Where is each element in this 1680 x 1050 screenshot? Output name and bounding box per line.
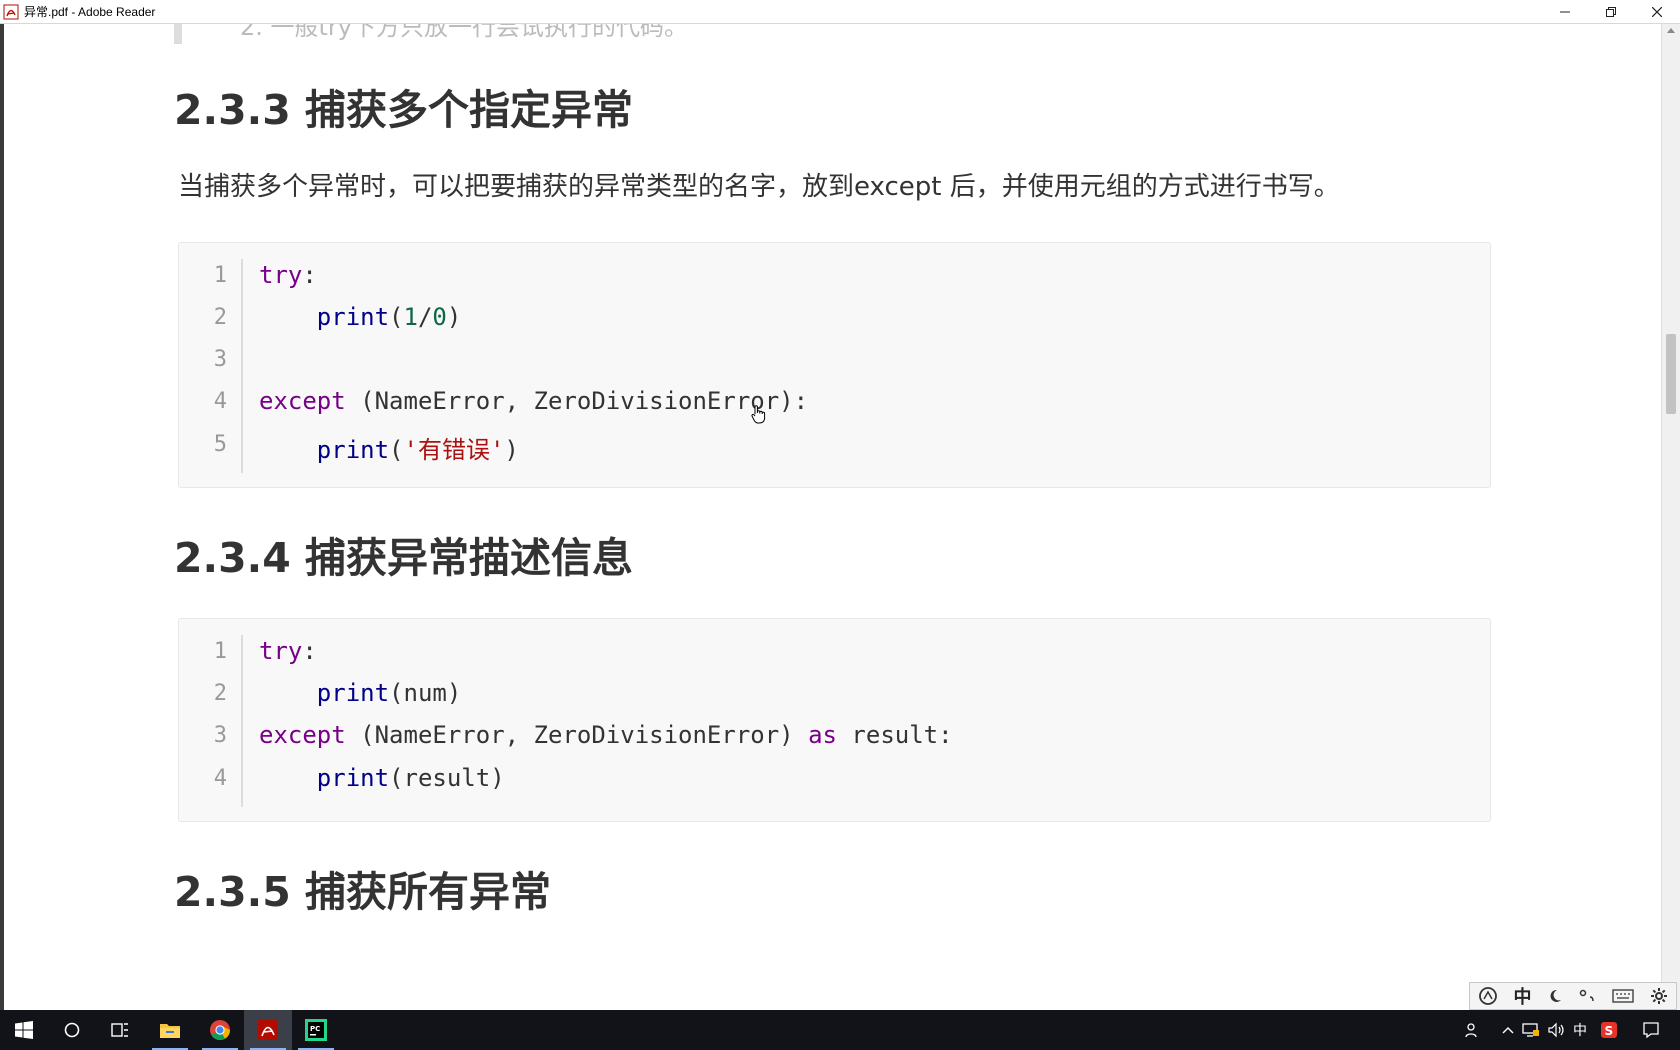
code-line: print(result) <box>316 764 505 792</box>
task-view-icon <box>111 1023 128 1037</box>
start-button[interactable] <box>0 1010 48 1050</box>
ime-language-toggle[interactable]: 中 <box>1513 983 1531 1009</box>
pycharm-button[interactable]: PC <box>292 1010 340 1050</box>
notification-icon[interactable] <box>1636 1010 1666 1050</box>
adobe-reader-icon <box>258 1020 278 1040</box>
heading-2-3-4: 2.3.4 捕获异常描述信息 <box>174 534 634 582</box>
line-number: 1 <box>213 263 227 288</box>
code-line: except (NameError, ZeroDivisionError): <box>259 387 809 415</box>
punctuation-icon[interactable] <box>1579 988 1597 1004</box>
scrollbar-thumb[interactable] <box>1666 334 1676 414</box>
line-number: 5 <box>213 432 227 457</box>
restore-icon <box>1606 6 1616 17</box>
gear-icon[interactable] <box>1650 987 1668 1005</box>
line-number-gutter: 1 2 3 4 5 <box>179 259 243 473</box>
minimize-icon <box>1560 11 1570 12</box>
taskbar: PC 中 S <box>0 1010 1680 1050</box>
restore-button[interactable] <box>1588 0 1634 23</box>
code-line: print('有错误') <box>316 436 519 464</box>
sogou-icon[interactable]: S <box>1596 1010 1622 1050</box>
pdf-page[interactable]: 2. 一般try下方只放一行尝试执行的代码。 2.3.3 捕获多个指定异常 当捕… <box>0 24 1662 1010</box>
code-line: print(num) <box>316 679 462 707</box>
ime-toolbar: 中 <box>1469 982 1677 1010</box>
file-explorer-button[interactable] <box>146 1010 194 1050</box>
line-number: 3 <box>213 723 227 748</box>
chrome-icon <box>210 1020 231 1041</box>
start-icon <box>15 1021 33 1039</box>
vertical-scrollbar[interactable] <box>1661 24 1680 1010</box>
adobe-reader-icon <box>3 4 19 20</box>
line-number-gutter: 1 2 3 4 <box>179 635 243 807</box>
svg-text:PC: PC <box>310 1025 320 1033</box>
code-line: print(1/0) <box>316 303 462 331</box>
pycharm-icon: PC <box>305 1019 327 1041</box>
network-icon[interactable] <box>1520 1010 1542 1050</box>
adobe-reader-taskbar-button[interactable] <box>244 1010 292 1050</box>
previous-list-item: 2. 一般try下方只放一行尝试执行的代码。 <box>174 24 940 44</box>
window-title: 异常.pdf - Adobe Reader <box>24 5 156 19</box>
heading-2-3-3: 2.3.3 捕获多个指定异常 <box>174 86 634 134</box>
code-block-exception-info: 1 2 3 4 try: print(num) except (NameErro… <box>178 618 1491 822</box>
close-icon <box>1652 6 1662 17</box>
line-number: 1 <box>213 639 227 664</box>
search-button[interactable] <box>48 1010 96 1050</box>
code-block-multi-exception: 1 2 3 4 5 try: print(1/0) except (NameEr… <box>178 242 1491 488</box>
ime-language-indicator[interactable]: 中 <box>1570 1010 1590 1050</box>
heading-2-3-5: 2.3.5 捕获所有异常 <box>174 868 552 916</box>
volume-icon[interactable] <box>1546 1010 1568 1050</box>
moon-icon[interactable] <box>1547 988 1563 1004</box>
line-number: 2 <box>213 305 227 330</box>
file-explorer-icon <box>160 1024 180 1038</box>
search-icon <box>64 1022 80 1038</box>
paragraph-multi-exception: 当捕获多个异常时，可以把要捕获的异常类型的名字，放到except 后，并使用元组… <box>178 172 1340 202</box>
line-number: 4 <box>213 389 227 414</box>
ime-logo-icon[interactable] <box>1478 986 1498 1006</box>
line-number: 4 <box>213 766 227 791</box>
close-button[interactable] <box>1634 0 1680 23</box>
scroll-up-icon[interactable] <box>1667 28 1675 33</box>
chrome-button[interactable] <box>196 1010 244 1050</box>
svg-text:S: S <box>1605 1024 1614 1038</box>
people-icon[interactable] <box>1460 1010 1484 1050</box>
code-line: try: <box>259 261 317 289</box>
line-number: 3 <box>213 347 227 372</box>
keyboard-icon[interactable] <box>1612 989 1635 1003</box>
line-number: 2 <box>213 681 227 706</box>
minimize-button[interactable] <box>1542 0 1588 23</box>
chevron-up-icon[interactable] <box>1498 1010 1518 1050</box>
code-line: except (NameError, ZeroDivisionError) as… <box>259 721 953 749</box>
code-line: try: <box>259 637 317 665</box>
hand-cursor-icon <box>750 404 766 424</box>
task-view-button[interactable] <box>96 1010 144 1050</box>
title-bar: 异常.pdf - Adobe Reader <box>0 0 1680 24</box>
